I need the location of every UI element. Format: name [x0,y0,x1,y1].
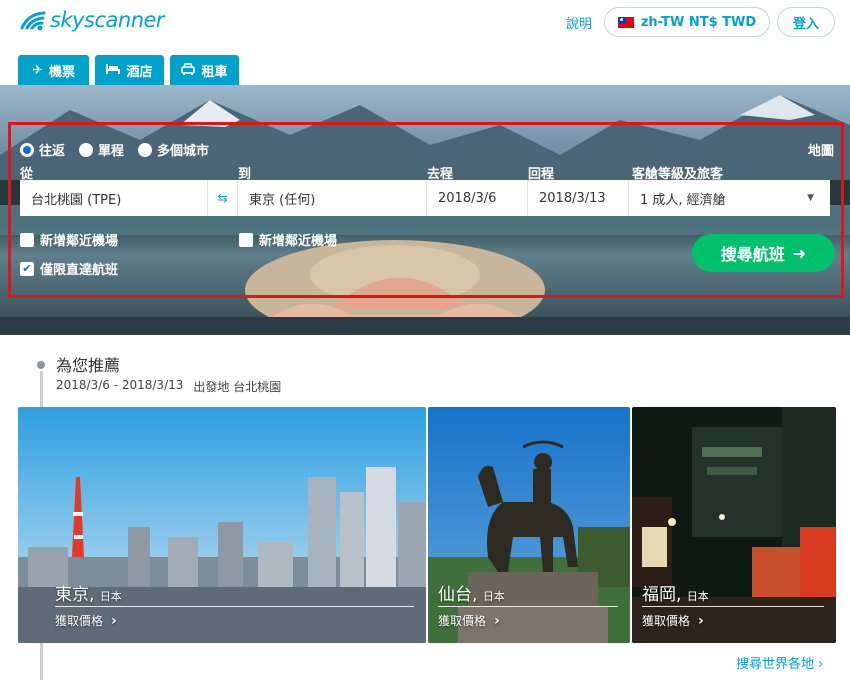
tab-flights[interactable]: ✈ 機票 [18,55,89,86]
cabin-travellers-select[interactable]: 1 成人, 經濟艙 ▼ [629,180,830,216]
explore-everywhere-link[interactable]: 搜尋世界各地 › [736,653,823,672]
bed-icon [106,63,121,78]
destination-card-sendai[interactable]: 仙台, 日本 獲取價格 › [428,407,630,643]
direct-flights-label: 僅限直達航班 [40,263,119,278]
chevron-down-icon: ▼ [807,193,814,203]
tab-hotels[interactable]: 酒店 [95,55,164,86]
radio-selected-icon [20,142,34,157]
nearby-to-airports-checkbox[interactable]: 新增鄰近機場 [239,230,337,249]
depart-date-input[interactable]: 2018/3/6 [427,180,528,216]
map-link[interactable]: 地圖 [808,140,834,159]
recommendations-subtitle: 2018/3/6 - 2018/3/13 出發地 台北桃園 [56,378,281,395]
city-name: 東京 [55,585,89,605]
destination-card-tokyo[interactable]: 東京, 日本 獲取價格 › [18,407,426,643]
swap-airports-icon[interactable]: ⇆ [208,180,238,216]
plane-icon: ✈ [32,63,43,78]
get-price-link[interactable]: 獲取價格 › [55,612,117,629]
country-name: 日本 [99,590,122,603]
get-price-label: 獲取價格 [438,614,487,628]
tab-cars-label: 租車 [201,65,228,80]
locale-label: zh-TW NT$ TWD [640,14,757,30]
trip-type-return[interactable]: 往返 [20,140,65,159]
destination-card-fukuoka[interactable]: 福岡, 日本 獲取價格 › [632,407,836,643]
direct-flights-checkbox[interactable]: ✔ 僅限直達航班 [20,259,118,278]
taiwan-flag-icon [617,16,634,28]
card-divider [642,606,824,607]
trip-type-oneway-label: 單程 [98,144,125,159]
get-price-label: 獲取價格 [642,614,691,628]
checkbox-icon [239,232,253,247]
trip-type-multicity-label: 多個城市 [157,144,210,159]
tokyo-skyline-image [18,407,426,643]
recommendations-title: 為您推薦 [56,356,121,375]
city-name: 福岡 [642,585,676,605]
country-name: 日本 [686,590,709,603]
search-flights-button[interactable]: 搜尋航班 ➜ [692,234,835,272]
nearby-from-airports-checkbox[interactable]: 新增鄰近機場 [20,230,118,249]
return-date-input[interactable]: 2018/3/13 [528,180,629,216]
recommendations-dates: 2018/3/6 - 2018/3/13 [56,378,184,392]
get-price-link[interactable]: 獲取價格 › [438,612,500,629]
checkbox-icon [20,232,34,247]
cabin-travellers-value: 1 成人, 經濟艙 [640,192,726,208]
trip-type-group: 往返 單程 多個城市 [20,140,209,159]
destination-city: 福岡, 日本 [642,585,709,605]
from-input[interactable]: 台北桃園 (TPE) [20,180,208,216]
radio-icon [138,142,153,157]
sendai-statue-image [428,407,630,643]
logo-cloud-icon [18,8,46,32]
trip-type-multicity[interactable]: 多個城市 [138,140,209,159]
timeline-dot-icon [35,359,47,371]
card-divider [438,606,618,607]
chevron-right-icon: › [494,612,500,629]
tab-cars[interactable]: 租車 [170,55,239,86]
trip-type-oneway[interactable]: 單程 [79,140,124,159]
nearby-to-label: 新增鄰近機場 [259,234,338,249]
get-price-link[interactable]: 獲取價格 › [642,612,704,629]
login-button[interactable]: 登入 [777,7,835,37]
country-name: 日本 [482,590,505,603]
checkbox-checked-icon: ✔ [20,261,34,276]
nearby-from-label: 新增鄰近機場 [40,234,119,249]
destination-city: 仙台, 日本 [438,585,505,605]
logo-text: skyscanner [50,8,165,32]
get-price-label: 獲取價格 [55,614,104,628]
car-icon [181,62,196,79]
recommendations-origin: 出發地 台北桃園 [193,380,282,394]
arrow-right-icon: ➜ [792,243,807,263]
help-link[interactable]: 說明 [566,13,592,32]
search-flights-label: 搜尋航班 [720,245,785,264]
tab-flights-label: 機票 [48,65,75,80]
fukuoka-night-street-image [632,407,836,643]
city-name: 仙台 [438,585,472,605]
card-divider [55,606,414,607]
skyscanner-logo[interactable]: skyscanner [18,8,165,32]
trip-type-return-label: 往返 [39,144,66,159]
tab-hotels-label: 酒店 [126,65,153,80]
locale-button[interactable]: zh-TW NT$ TWD [604,7,770,37]
chevron-right-icon: › [111,612,117,629]
radio-icon [79,142,94,157]
destination-city: 東京, 日本 [55,585,122,605]
chevron-right-icon: › [698,612,704,629]
to-input[interactable]: 東京 (任何) [238,180,427,216]
